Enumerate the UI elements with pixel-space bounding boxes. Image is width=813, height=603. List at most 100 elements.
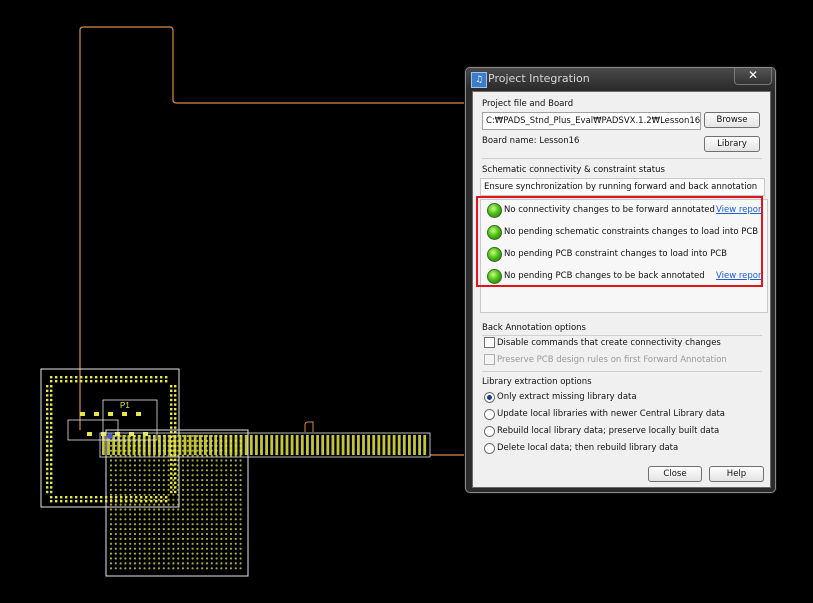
bga-pad — [162, 518, 165, 521]
routed-trace-3[interactable] — [304, 421, 314, 432]
bga-pad — [220, 469, 223, 472]
bga-pad — [225, 557, 228, 560]
bga-pad — [138, 537, 141, 541]
pad — [50, 444, 53, 448]
pad — [110, 380, 113, 383]
bga-pad — [186, 474, 189, 477]
bga-pad — [119, 547, 122, 550]
bga-pad — [153, 503, 156, 506]
bga-pad — [153, 542, 156, 545]
bga-pad — [129, 498, 132, 501]
bga-pad — [124, 547, 127, 550]
bga-pad — [191, 454, 194, 457]
bga-pad — [129, 474, 132, 477]
bga-pad — [181, 528, 185, 531]
bga-pad — [229, 508, 233, 511]
bga-pad — [138, 464, 141, 467]
radio-rebuild-local[interactable] — [484, 426, 495, 437]
bga-pad — [220, 474, 223, 477]
bga-pad — [109, 513, 113, 516]
bga-pad — [124, 508, 127, 511]
bga-pad — [109, 542, 113, 545]
bga-pad — [129, 552, 132, 555]
bga-pad — [186, 483, 189, 487]
bga-pad — [220, 483, 223, 487]
bga-pad — [109, 479, 113, 482]
close-icon[interactable]: ✕ — [734, 68, 772, 85]
bga-pad — [229, 474, 233, 477]
pad — [105, 500, 108, 503]
bga-pad — [114, 449, 117, 452]
bga-pad — [186, 449, 189, 452]
preserve-rules-checkbox[interactable] — [484, 354, 495, 365]
bga-pad — [210, 493, 213, 496]
bga-pad — [215, 552, 218, 555]
bga-pad — [167, 498, 170, 501]
bga-pad — [143, 542, 146, 545]
browse-button[interactable]: Browse — [704, 112, 760, 128]
bga-pad — [157, 552, 161, 555]
bga-pad — [201, 542, 204, 545]
pad — [50, 477, 53, 480]
bga-pad — [153, 469, 156, 472]
connector-pin — [234, 435, 238, 455]
pad — [125, 496, 128, 499]
radio-update-local[interactable] — [484, 409, 495, 420]
bga-pad — [162, 552, 165, 555]
bga-pad — [225, 464, 228, 467]
close-button[interactable]: Close — [648, 466, 702, 482]
bga-pad — [239, 503, 242, 506]
connector-pin — [142, 435, 146, 455]
bga-pad — [157, 567, 161, 570]
connector-pin — [239, 435, 243, 455]
bga-pad — [114, 483, 117, 487]
bga-pad — [191, 439, 194, 442]
help-button[interactable]: Help — [709, 466, 764, 482]
bga-pad — [225, 567, 228, 570]
bga-pad — [153, 567, 156, 570]
pad — [170, 426, 173, 429]
bga-pad — [201, 508, 204, 511]
pad — [150, 496, 153, 499]
routed-trace[interactable] — [79, 26, 492, 430]
bga-pad — [157, 562, 161, 565]
bga-pad — [133, 469, 137, 472]
bga-pad — [225, 508, 228, 511]
pad — [174, 403, 177, 406]
bga-pad — [196, 547, 199, 550]
bga-pad — [205, 469, 209, 472]
bga-pad — [205, 503, 209, 506]
pad — [160, 500, 163, 503]
bga-pad — [148, 518, 151, 521]
bga-pad — [114, 479, 117, 482]
bga-pad — [148, 459, 151, 462]
library-extraction-section-label: Library extraction options — [482, 377, 592, 387]
bga-pad — [138, 532, 141, 536]
bga-pad — [148, 537, 151, 541]
bga-pad — [124, 469, 127, 472]
bga-pad — [205, 557, 209, 560]
bga-pad — [234, 493, 237, 496]
bga-pad — [157, 542, 161, 545]
dialog-titlebar[interactable]: ♫ Project Integration ✕ — [466, 68, 775, 90]
bga-pad — [167, 562, 170, 565]
connector-strip[interactable] — [80, 412, 427, 455]
bga-pad — [143, 562, 146, 565]
bga-pad — [133, 523, 137, 526]
bga-pad — [138, 479, 141, 482]
bga-pad — [239, 542, 242, 545]
bga-pad — [109, 518, 113, 521]
radio-delete-local[interactable] — [484, 443, 495, 454]
bga-pad — [201, 513, 204, 516]
bga-pad — [186, 532, 189, 536]
library-button[interactable]: Library — [704, 136, 760, 152]
disable-connectivity-checkbox[interactable] — [484, 337, 495, 348]
bga-pad — [114, 528, 117, 531]
bga-pad — [172, 464, 175, 467]
project-file-path-field[interactable]: C:₩PADS_Stnd_Plus_Eval₩PADSVX.1.2₩Lesson… — [482, 112, 701, 130]
via-marker[interactable] — [107, 433, 113, 439]
radio-only-extract-missing[interactable] — [484, 392, 495, 403]
bga-pad — [210, 557, 213, 560]
connector-pin — [198, 435, 202, 455]
pad — [50, 472, 53, 475]
